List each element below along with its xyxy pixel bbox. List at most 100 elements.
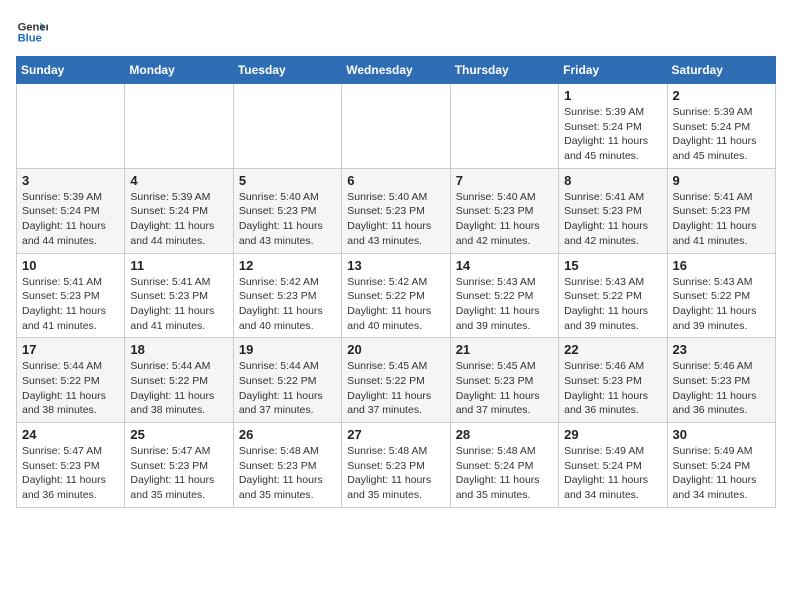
- calendar-cell: 2 Sunrise: 5:39 AMSunset: 5:24 PMDaylight…: [667, 84, 775, 169]
- calendar-week-row: 24 Sunrise: 5:47 AMSunset: 5:23 PMDayligh…: [17, 423, 776, 508]
- day-number: 28: [456, 427, 553, 442]
- calendar-cell: 26 Sunrise: 5:48 AMSunset: 5:23 PMDayligh…: [233, 423, 341, 508]
- calendar-cell: [125, 84, 233, 169]
- day-number: 8: [564, 173, 661, 188]
- day-number: 19: [239, 342, 336, 357]
- calendar-cell: 13 Sunrise: 5:42 AMSunset: 5:22 PMDayligh…: [342, 253, 450, 338]
- calendar-cell: 6Sunrise: 5:40 AMSunset: 5:23 PMDaylight…: [342, 168, 450, 253]
- calendar-cell: [342, 84, 450, 169]
- calendar-cell: 5Sunrise: 5:40 AMSunset: 5:23 PMDaylight…: [233, 168, 341, 253]
- day-number: 27: [347, 427, 444, 442]
- day-info: Sunrise: 5:43 AMSunset: 5:22 PMDaylight:…: [673, 275, 770, 334]
- calendar-cell: 22 Sunrise: 5:46 AMSunset: 5:23 PMDayligh…: [559, 338, 667, 423]
- day-info: Sunrise: 5:41 AMSunset: 5:23 PMDaylight:…: [130, 275, 227, 334]
- svg-text:General: General: [18, 21, 48, 33]
- logo: General Blue: [16, 16, 52, 48]
- day-number: 16: [673, 258, 770, 273]
- calendar-cell: 18Sunrise: 5:44 AMSunset: 5:22 PMDayligh…: [125, 338, 233, 423]
- calendar-cell: 30 Sunrise: 5:49 AMSunset: 5:24 PMDayligh…: [667, 423, 775, 508]
- day-info: Sunrise: 5:45 AMSunset: 5:22 PMDaylight:…: [347, 359, 444, 418]
- day-info: Sunrise: 5:40 AMSunset: 5:23 PMDaylight:…: [347, 190, 444, 249]
- day-header-tuesday: Tuesday: [233, 57, 341, 84]
- calendar-cell: 7 Sunrise: 5:40 AMSunset: 5:23 PMDaylight…: [450, 168, 558, 253]
- calendar-cell: 24 Sunrise: 5:47 AMSunset: 5:23 PMDayligh…: [17, 423, 125, 508]
- day-info: Sunrise: 5:46 AMSunset: 5:23 PMDaylight:…: [673, 359, 770, 418]
- day-number: 13: [347, 258, 444, 273]
- calendar-cell: 23 Sunrise: 5:46 AMSunset: 5:23 PMDayligh…: [667, 338, 775, 423]
- calendar-cell: 28 Sunrise: 5:48 AMSunset: 5:24 PMDayligh…: [450, 423, 558, 508]
- day-info: Sunrise: 5:39 AMSunset: 5:24 PMDaylight:…: [22, 190, 119, 249]
- calendar-cell: 21 Sunrise: 5:45 AMSunset: 5:23 PMDayligh…: [450, 338, 558, 423]
- day-info: Sunrise: 5:39 AMSunset: 5:24 PMDaylight:…: [673, 105, 770, 164]
- day-number: 9: [673, 173, 770, 188]
- day-number: 14: [456, 258, 553, 273]
- day-number: 30: [673, 427, 770, 442]
- day-info: Sunrise: 5:47 AMSunset: 5:23 PMDaylight:…: [130, 444, 227, 503]
- day-info: Sunrise: 5:42 AMSunset: 5:22 PMDaylight:…: [347, 275, 444, 334]
- calendar-cell: 25 Sunrise: 5:47 AMSunset: 5:23 PMDayligh…: [125, 423, 233, 508]
- calendar-cell: 19 Sunrise: 5:44 AMSunset: 5:22 PMDayligh…: [233, 338, 341, 423]
- day-header-monday: Monday: [125, 57, 233, 84]
- day-info: Sunrise: 5:44 AMSunset: 5:22 PMDaylight:…: [239, 359, 336, 418]
- calendar-week-row: 17 Sunrise: 5:44 AMSunset: 5:22 PMDayligh…: [17, 338, 776, 423]
- day-info: Sunrise: 5:40 AMSunset: 5:23 PMDaylight:…: [239, 190, 336, 249]
- calendar-cell: 14 Sunrise: 5:43 AMSunset: 5:22 PMDayligh…: [450, 253, 558, 338]
- day-number: 17: [22, 342, 119, 357]
- calendar-cell: 4 Sunrise: 5:39 AMSunset: 5:24 PMDaylight…: [125, 168, 233, 253]
- calendar-cell: [450, 84, 558, 169]
- calendar-cell: 27 Sunrise: 5:48 AMSunset: 5:23 PMDayligh…: [342, 423, 450, 508]
- day-info: Sunrise: 5:49 AMSunset: 5:24 PMDaylight:…: [564, 444, 661, 503]
- day-info: Sunrise: 5:43 AMSunset: 5:22 PMDaylight:…: [564, 275, 661, 334]
- day-info: Sunrise: 5:39 AMSunset: 5:24 PMDaylight:…: [130, 190, 227, 249]
- day-number: 15: [564, 258, 661, 273]
- calendar-cell: 3 Sunrise: 5:39 AMSunset: 5:24 PMDaylight…: [17, 168, 125, 253]
- day-info: Sunrise: 5:48 AMSunset: 5:24 PMDaylight:…: [456, 444, 553, 503]
- calendar-cell: [17, 84, 125, 169]
- calendar-week-row: 1Sunrise: 5:39 AMSunset: 5:24 PMDaylight…: [17, 84, 776, 169]
- day-info: Sunrise: 5:41 AMSunset: 5:23 PMDaylight:…: [22, 275, 119, 334]
- calendar-cell: 9Sunrise: 5:41 AMSunset: 5:23 PMDaylight…: [667, 168, 775, 253]
- calendar-cell: 10 Sunrise: 5:41 AMSunset: 5:23 PMDayligh…: [17, 253, 125, 338]
- day-number: 4: [130, 173, 227, 188]
- day-number: 25: [130, 427, 227, 442]
- day-number: 23: [673, 342, 770, 357]
- day-info: Sunrise: 5:48 AMSunset: 5:23 PMDaylight:…: [347, 444, 444, 503]
- calendar-cell: 20Sunrise: 5:45 AMSunset: 5:22 PMDayligh…: [342, 338, 450, 423]
- day-number: 26: [239, 427, 336, 442]
- calendar-cell: [233, 84, 341, 169]
- day-number: 10: [22, 258, 119, 273]
- day-info: Sunrise: 5:49 AMSunset: 5:24 PMDaylight:…: [673, 444, 770, 503]
- calendar-cell: 8 Sunrise: 5:41 AMSunset: 5:23 PMDaylight…: [559, 168, 667, 253]
- day-number: 3: [22, 173, 119, 188]
- day-info: Sunrise: 5:45 AMSunset: 5:23 PMDaylight:…: [456, 359, 553, 418]
- day-info: Sunrise: 5:43 AMSunset: 5:22 PMDaylight:…: [456, 275, 553, 334]
- day-info: Sunrise: 5:40 AMSunset: 5:23 PMDaylight:…: [456, 190, 553, 249]
- day-number: 2: [673, 88, 770, 103]
- calendar-cell: 16 Sunrise: 5:43 AMSunset: 5:22 PMDayligh…: [667, 253, 775, 338]
- day-number: 22: [564, 342, 661, 357]
- calendar-week-row: 10 Sunrise: 5:41 AMSunset: 5:23 PMDayligh…: [17, 253, 776, 338]
- day-info: Sunrise: 5:47 AMSunset: 5:23 PMDaylight:…: [22, 444, 119, 503]
- calendar-cell: 17 Sunrise: 5:44 AMSunset: 5:22 PMDayligh…: [17, 338, 125, 423]
- logo-icon: General Blue: [16, 16, 48, 48]
- day-info: Sunrise: 5:42 AMSunset: 5:23 PMDaylight:…: [239, 275, 336, 334]
- day-header-friday: Friday: [559, 57, 667, 84]
- day-number: 7: [456, 173, 553, 188]
- calendar-cell: 1Sunrise: 5:39 AMSunset: 5:24 PMDaylight…: [559, 84, 667, 169]
- day-number: 21: [456, 342, 553, 357]
- day-info: Sunrise: 5:44 AMSunset: 5:22 PMDaylight:…: [22, 359, 119, 418]
- day-info: Sunrise: 5:41 AMSunset: 5:23 PMDaylight:…: [564, 190, 661, 249]
- day-info: Sunrise: 5:46 AMSunset: 5:23 PMDaylight:…: [564, 359, 661, 418]
- day-header-sunday: Sunday: [17, 57, 125, 84]
- calendar-header-row: SundayMondayTuesdayWednesdayThursdayFrid…: [17, 57, 776, 84]
- calendar-cell: 12Sunrise: 5:42 AMSunset: 5:23 PMDayligh…: [233, 253, 341, 338]
- day-header-wednesday: Wednesday: [342, 57, 450, 84]
- svg-text:Blue: Blue: [18, 33, 42, 45]
- day-info: Sunrise: 5:48 AMSunset: 5:23 PMDaylight:…: [239, 444, 336, 503]
- calendar-cell: 15 Sunrise: 5:43 AMSunset: 5:22 PMDayligh…: [559, 253, 667, 338]
- day-header-saturday: Saturday: [667, 57, 775, 84]
- day-number: 24: [22, 427, 119, 442]
- calendar-cell: 11Sunrise: 5:41 AMSunset: 5:23 PMDayligh…: [125, 253, 233, 338]
- day-header-thursday: Thursday: [450, 57, 558, 84]
- calendar-table: SundayMondayTuesdayWednesdayThursdayFrid…: [16, 56, 776, 508]
